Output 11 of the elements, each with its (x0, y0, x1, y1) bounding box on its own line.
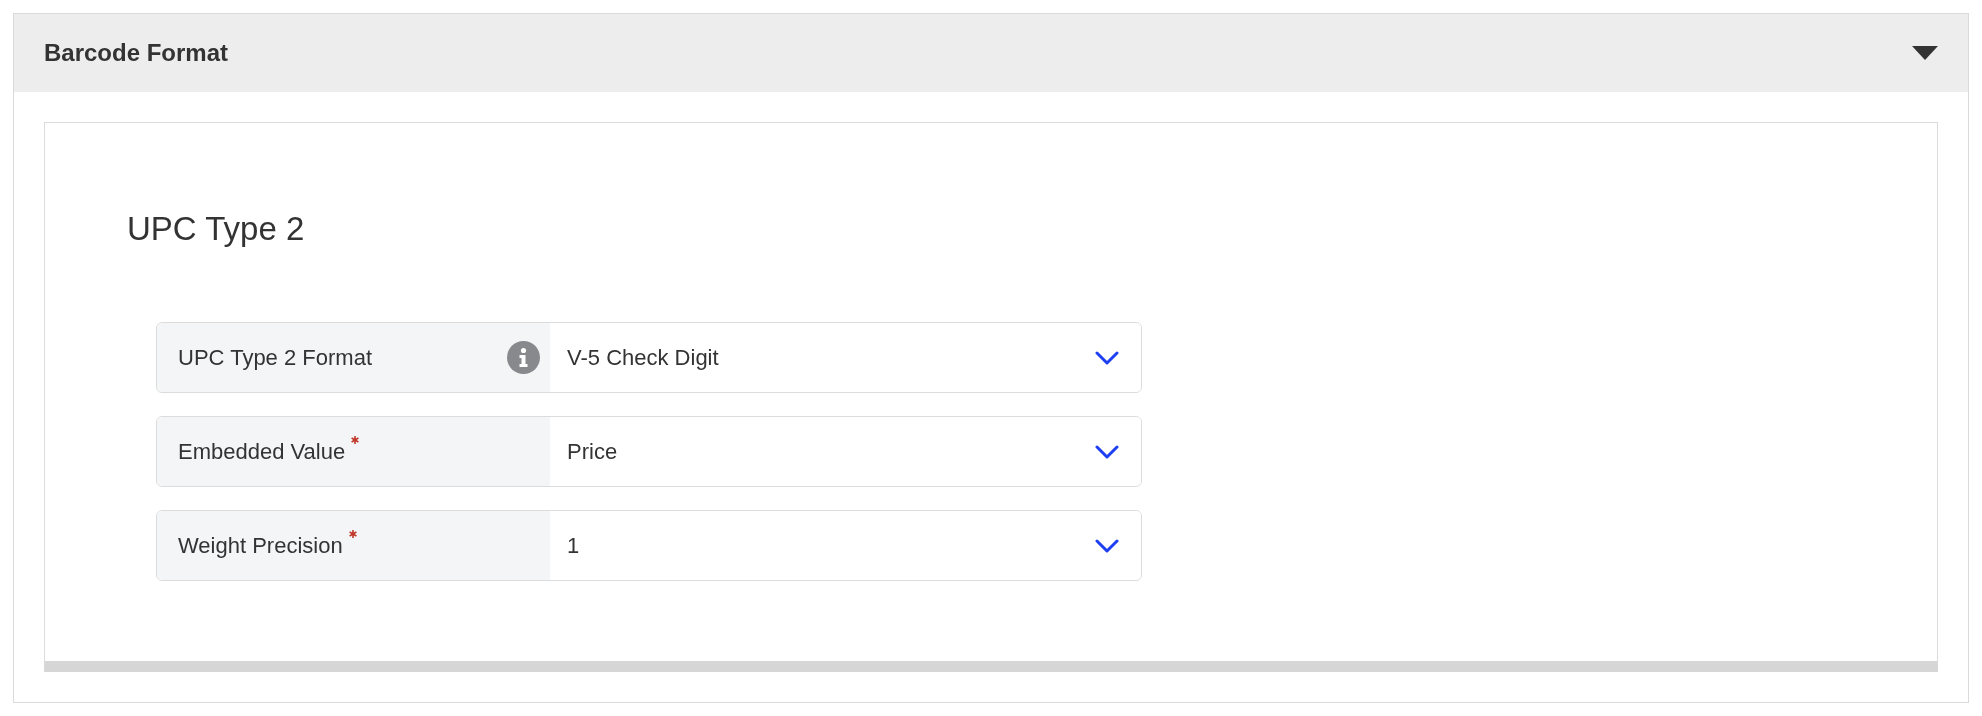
panel-header[interactable]: Barcode Format (14, 14, 1968, 92)
caret-icon[interactable] (1912, 46, 1938, 60)
panel-title: Barcode Format (44, 39, 229, 67)
chevron-down-icon (1095, 537, 1119, 554)
chevron-down-icon (1095, 349, 1119, 366)
field-label: Weight Precision (178, 532, 343, 559)
chevron-down-icon (1095, 443, 1119, 460)
section-heading: UPC Type 2 (127, 209, 305, 249)
field-label: UPC Type 2 Format (178, 344, 372, 371)
field-label: Embedded Value (178, 438, 346, 465)
info-icon[interactable] (507, 341, 540, 374)
